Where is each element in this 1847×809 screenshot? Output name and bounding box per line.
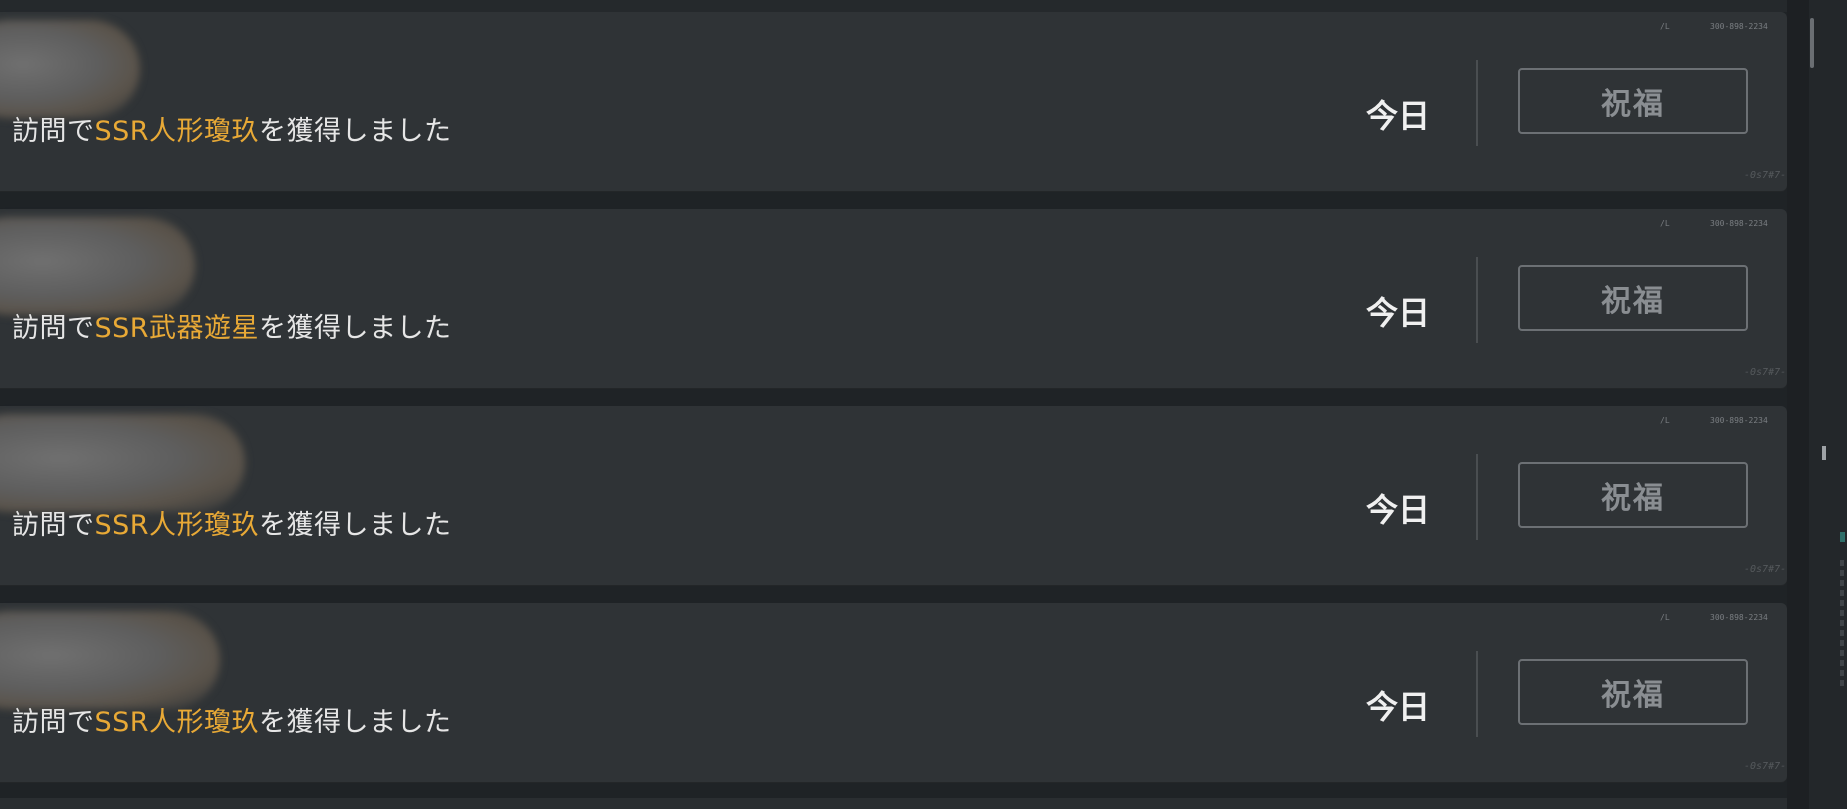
notification-message: 訪問でSSR人形瓊玖を獲得しました [12, 109, 452, 148]
reward-highlight: SSR人形瓊玖 [94, 510, 260, 541]
notification-card: /L 300-898-2234 訪問でSSR人形瓊玖を獲得しました 今日 祝福 … [0, 603, 1787, 783]
message-prefix: 訪問で [12, 510, 95, 541]
message-prefix: 訪問で [12, 116, 95, 147]
side-accent [1840, 532, 1845, 542]
side-decoration [1840, 560, 1844, 690]
message-suffix: を獲得しました [259, 313, 452, 344]
message-prefix: 訪問で [12, 313, 95, 344]
notification-message: 訪問でSSR人形瓊玖を獲得しました [12, 700, 452, 739]
corner-stamp: -0s7#7- [1744, 564, 1787, 575]
reward-highlight: SSR人形瓊玖 [94, 116, 260, 147]
scroll-gutter [1787, 0, 1809, 809]
previous-card-edge [0, 0, 1787, 12]
divider [1476, 454, 1478, 540]
notification-feed: /L 300-898-2234 訪問でSSR人形瓊玖を獲得しました 今日 祝福 … [0, 0, 1847, 809]
avatar-blurred [0, 414, 245, 512]
corner-code: 300-898-2234 [1710, 22, 1768, 31]
scroll-position-marker [1822, 446, 1826, 460]
notification-date: 今日 [1366, 294, 1431, 332]
corner-code: 300-898-2234 [1710, 613, 1768, 622]
corner-stamp: -0s7#7- [1744, 367, 1787, 378]
notification-card: /L 300-898-2234 訪問でSSR人形瓊玖を獲得しました 今日 祝福 … [0, 406, 1787, 586]
reward-highlight: SSR人形瓊玖 [94, 707, 260, 738]
corner-mark: /L [1660, 416, 1670, 425]
scrollbar-thumb[interactable] [1810, 18, 1814, 68]
notification-card: /L 300-898-2234 訪問でSSR人形瓊玖を獲得しました 今日 祝福 … [0, 12, 1787, 192]
divider [1476, 651, 1478, 737]
notification-message: 訪問でSSR武器遊星を獲得しました [12, 306, 452, 345]
bless-button[interactable]: 祝福 [1518, 68, 1748, 134]
bless-button[interactable]: 祝福 [1518, 659, 1748, 725]
notification-date: 今日 [1366, 491, 1431, 529]
message-suffix: を獲得しました [259, 707, 452, 738]
corner-mark: /L [1660, 613, 1670, 622]
reward-highlight: SSR武器遊星 [94, 313, 260, 344]
avatar-blurred [0, 217, 195, 315]
corner-code: 300-898-2234 [1710, 416, 1768, 425]
corner-stamp: -0s7#7- [1744, 170, 1787, 181]
avatar-blurred [0, 20, 140, 118]
notification-list: /L 300-898-2234 訪問でSSR人形瓊玖を獲得しました 今日 祝福 … [0, 12, 1787, 800]
next-card-edge [0, 798, 1787, 809]
corner-code: 300-898-2234 [1710, 219, 1768, 228]
bless-button[interactable]: 祝福 [1518, 462, 1748, 528]
corner-stamp: -0s7#7- [1744, 761, 1787, 772]
divider [1476, 257, 1478, 343]
notification-date: 今日 [1366, 688, 1431, 726]
message-suffix: を獲得しました [259, 510, 452, 541]
notification-message: 訪問でSSR人形瓊玖を獲得しました [12, 503, 452, 542]
notification-card: /L 300-898-2234 訪問でSSR武器遊星を獲得しました 今日 祝福 … [0, 209, 1787, 389]
divider [1476, 60, 1478, 146]
message-prefix: 訪問で [12, 707, 95, 738]
message-suffix: を獲得しました [259, 116, 452, 147]
avatar-blurred [0, 611, 220, 709]
notification-date: 今日 [1366, 97, 1431, 135]
corner-mark: /L [1660, 219, 1670, 228]
corner-mark: /L [1660, 22, 1670, 31]
bless-button[interactable]: 祝福 [1518, 265, 1748, 331]
